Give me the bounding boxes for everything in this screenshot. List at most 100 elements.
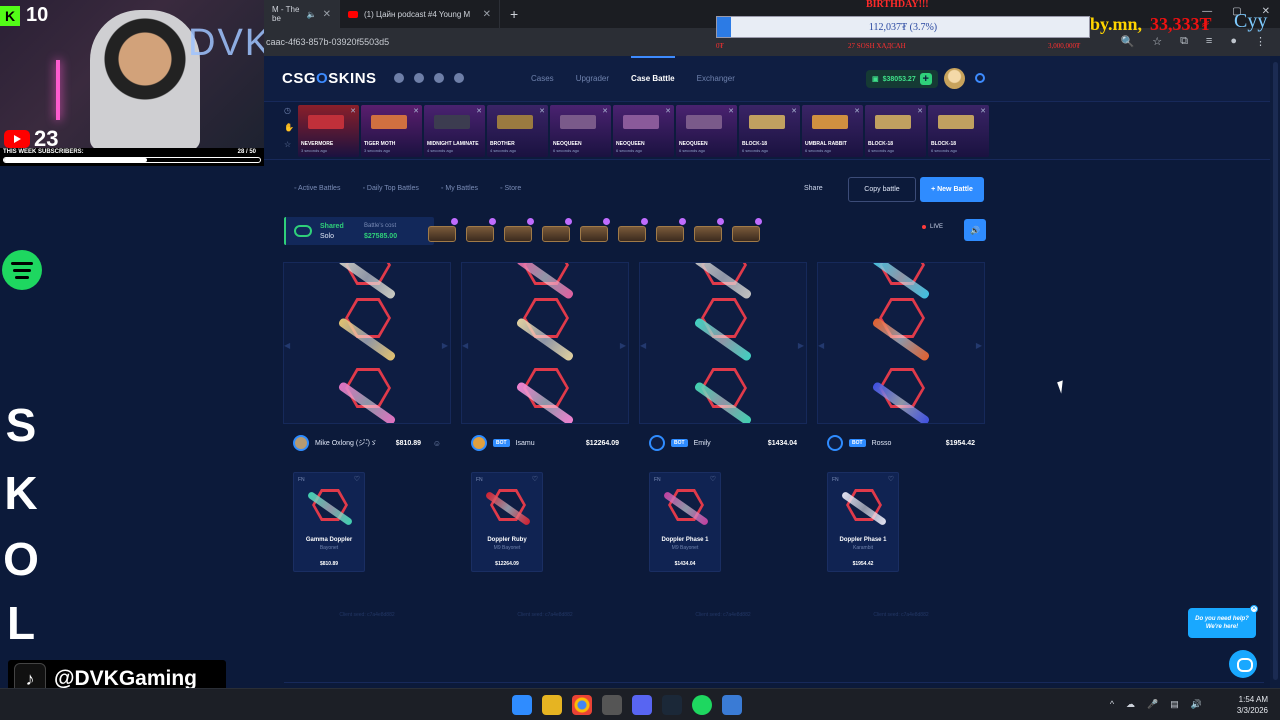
- nav-cases[interactable]: Cases: [531, 74, 554, 83]
- close-icon[interactable]: ✕: [350, 107, 356, 115]
- site-logo[interactable]: CSGOSKINS: [282, 70, 377, 87]
- page-scrollbar[interactable]: [1270, 56, 1280, 688]
- network-icon[interactable]: ▤: [1170, 699, 1179, 710]
- browser-tab-youtube[interactable]: (1) Цайн podcast #4 Young M ✕: [340, 0, 500, 28]
- active-battles-link[interactable]: Active Battles: [294, 185, 340, 192]
- discord-icon[interactable]: [394, 73, 404, 83]
- nav-exchanger[interactable]: Exchanger: [697, 74, 735, 83]
- scrollbar-thumb[interactable]: [1273, 62, 1278, 680]
- live-drop-item[interactable]: ✕ NEOQUEEN 6 seconds ago: [676, 105, 737, 157]
- file-explorer-icon[interactable]: [542, 695, 562, 715]
- my-battles-link[interactable]: My Battles: [441, 185, 478, 192]
- url-field[interactable]: caac-4f63-857b-03920f5503d5: [266, 37, 389, 47]
- player-avatar[interactable]: [293, 435, 309, 451]
- close-icon[interactable]: ✕: [602, 107, 608, 115]
- discord-icon[interactable]: [632, 695, 652, 715]
- won-item-card[interactable]: FN ♡ Doppler Phase 1 M9 Bayonet $1434.04: [649, 472, 721, 572]
- live-drop-item[interactable]: ✕ MIDNIGHT LAMINATE 4 seconds ago: [424, 105, 485, 157]
- volume-icon[interactable]: 🔊: [1191, 699, 1202, 710]
- won-item-card[interactable]: FN ♡ Gamma Doppler Bayonet $810.89: [293, 472, 365, 572]
- close-icon[interactable]: ✕: [476, 107, 482, 115]
- item-reel: ◀ ▶: [283, 262, 451, 424]
- player-name[interactable]: Mike Oxlong (シ゚-゚)ゞ: [315, 438, 377, 448]
- player-name[interactable]: Rosso: [872, 440, 892, 447]
- app-icon[interactable]: [722, 695, 742, 715]
- drop-skin-name: MIDNIGHT LAMINATE: [427, 141, 479, 147]
- close-icon[interactable]: ✕: [854, 107, 860, 115]
- obs-icon[interactable]: [602, 695, 622, 715]
- facebook-icon[interactable]: [414, 73, 424, 83]
- sell-shield-icon[interactable]: ♡: [710, 475, 716, 483]
- clock-icon[interactable]: ◷: [284, 106, 294, 115]
- store-link[interactable]: Store: [500, 185, 521, 192]
- close-tab-icon[interactable]: ✕: [483, 9, 491, 20]
- battle-case[interactable]: [654, 218, 686, 244]
- live-drop-item[interactable]: ✕ NEOQUEEN 6 seconds ago: [550, 105, 611, 157]
- cloud-icon[interactable]: ☁: [1126, 699, 1135, 710]
- battle-case[interactable]: [540, 218, 572, 244]
- chrome-icon[interactable]: [572, 695, 592, 715]
- won-item-card[interactable]: FN ♡ Doppler Phase 1 Karambit $1954.42: [827, 472, 899, 572]
- close-icon[interactable]: ✕: [665, 107, 671, 115]
- live-drop-item[interactable]: ✕ BLOCK-18 6 seconds ago: [928, 105, 989, 157]
- live-drop-item[interactable]: ✕ NEVERMORE 3 seconds ago: [298, 105, 359, 157]
- copy-battle-button[interactable]: Copy battle: [848, 177, 916, 202]
- instagram-icon[interactable]: [434, 73, 444, 83]
- battle-case[interactable]: [730, 218, 762, 244]
- close-icon[interactable]: ✕: [728, 107, 734, 115]
- sell-shield-icon[interactable]: ♡: [532, 475, 538, 483]
- smile-icon[interactable]: ☺: [433, 439, 441, 448]
- x-icon[interactable]: [454, 73, 464, 83]
- battle-case[interactable]: [692, 218, 724, 244]
- settings-gear-icon[interactable]: [975, 73, 985, 83]
- battle-case[interactable]: [502, 218, 534, 244]
- close-icon[interactable]: ✕: [539, 107, 545, 115]
- mic-icon[interactable]: 🎤: [1147, 699, 1158, 710]
- mute-icon[interactable]: 🔈: [307, 10, 317, 19]
- battle-case[interactable]: [426, 218, 458, 244]
- sell-shield-icon[interactable]: ♡: [354, 475, 360, 483]
- close-icon[interactable]: ✕: [917, 107, 923, 115]
- live-drop-item[interactable]: ✕ BLOCK-18 6 seconds ago: [865, 105, 926, 157]
- start-icon[interactable]: [512, 695, 532, 715]
- sell-shield-icon[interactable]: ♡: [888, 475, 894, 483]
- player-avatar[interactable]: [649, 435, 665, 451]
- daily-top-battles-link[interactable]: Daily Top Battles: [362, 185, 419, 192]
- tray-overflow-icon[interactable]: ^: [1110, 699, 1114, 710]
- chat-prompt[interactable]: Do you need help? We're here!: [1188, 608, 1256, 638]
- live-drop-item[interactable]: ✕ BLOCK-18 6 seconds ago: [739, 105, 800, 157]
- nav-case-battle[interactable]: Case Battle: [631, 56, 675, 83]
- user-avatar[interactable]: [944, 68, 965, 89]
- browser-tab-active[interactable]: M - The be 🔈 ✕: [264, 0, 340, 28]
- chat-prompt-close-icon[interactable]: ✕: [1250, 605, 1258, 613]
- new-tab-button[interactable]: +: [510, 6, 518, 22]
- steam-icon[interactable]: [662, 695, 682, 715]
- sound-toggle-icon[interactable]: 🔊: [964, 219, 986, 241]
- player-name[interactable]: Isamu: [516, 440, 535, 447]
- player-avatar[interactable]: [827, 435, 843, 451]
- player-avatar[interactable]: [471, 435, 487, 451]
- star-icon[interactable]: ☆: [284, 140, 294, 149]
- battle-case[interactable]: [616, 218, 648, 244]
- won-item-card[interactable]: FN ♡ Doppler Ruby M9 Bayonet $12264.09: [471, 472, 543, 572]
- spotify-icon[interactable]: [692, 695, 712, 715]
- thumb-icon[interactable]: ✋: [284, 123, 294, 132]
- balance-display[interactable]: ▣ $38053.27 +: [866, 70, 938, 88]
- live-drop-item[interactable]: ✕ NEOQUEEN 6 seconds ago: [613, 105, 674, 157]
- close-icon[interactable]: ✕: [791, 107, 797, 115]
- player-name[interactable]: Emily: [694, 440, 711, 447]
- battle-case[interactable]: [578, 218, 610, 244]
- share-button[interactable]: Share: [804, 185, 823, 192]
- chat-icon[interactable]: [1229, 650, 1257, 678]
- taskbar-clock[interactable]: 1:54 AM 3/3/2026: [1237, 694, 1268, 716]
- live-drop-item[interactable]: ✕ UMBRAL RABBIT 6 seconds ago: [802, 105, 863, 157]
- live-drop-item[interactable]: ✕ TIGER MOTH 3 seconds ago: [361, 105, 422, 157]
- close-icon[interactable]: ✕: [980, 107, 986, 115]
- battle-case[interactable]: [464, 218, 496, 244]
- close-icon[interactable]: ✕: [413, 107, 419, 115]
- live-drop-item[interactable]: ✕ BROTHER 4 seconds ago: [487, 105, 548, 157]
- deposit-button[interactable]: +: [919, 73, 932, 85]
- close-tab-icon[interactable]: ✕: [323, 9, 331, 20]
- nav-upgrader[interactable]: Upgrader: [576, 74, 609, 83]
- new-battle-button[interactable]: + New Battle: [920, 177, 984, 202]
